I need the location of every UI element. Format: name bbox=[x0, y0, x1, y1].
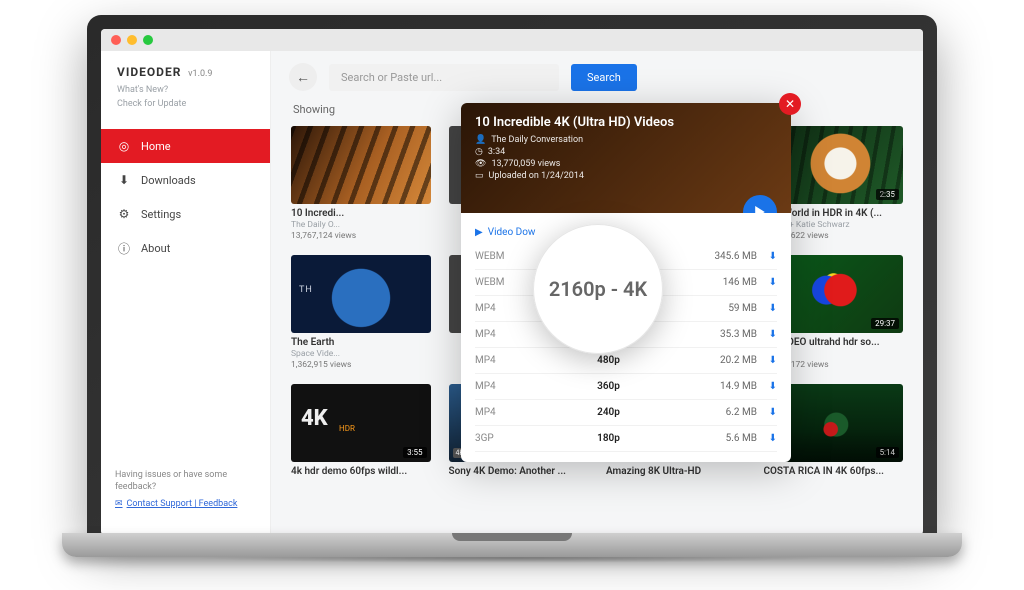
play-button[interactable] bbox=[743, 195, 777, 213]
sidebar-item-label: Downloads bbox=[141, 174, 196, 187]
window-zoom-dot[interactable] bbox=[143, 35, 153, 45]
sidebar-item-downloads[interactable]: ⬇ Downloads bbox=[101, 163, 270, 197]
sidebar-item-settings[interactable]: ⚙ Settings bbox=[101, 197, 270, 231]
download-icon[interactable]: ⬇ bbox=[757, 407, 777, 418]
brand-version: v1.0.9 bbox=[188, 69, 212, 79]
download-icon[interactable]: ⬇ bbox=[757, 277, 777, 288]
sidebar-footer: Having issues or have some feedback? ✉ C… bbox=[101, 460, 270, 521]
download-row[interactable]: 3GP180p5.6 MB⬇ bbox=[475, 426, 777, 452]
search-button[interactable]: Search bbox=[571, 64, 637, 91]
brand: VIDEODER v1.0.9 bbox=[101, 65, 270, 83]
download-icon[interactable]: ⬇ bbox=[757, 303, 777, 314]
download-icon: ⬇ bbox=[117, 173, 131, 187]
clock-icon: ◷ bbox=[475, 147, 483, 157]
calendar-icon: ▭ bbox=[475, 171, 484, 181]
brand-name: VIDEODER bbox=[117, 65, 181, 79]
download-row[interactable]: MP4240p6.2 MB⬇ bbox=[475, 400, 777, 426]
sidebar-item-label: Home bbox=[141, 140, 171, 153]
gear-icon: ⚙ bbox=[117, 207, 131, 221]
sidebar: VIDEODER v1.0.9 What's New? Check for Up… bbox=[101, 51, 271, 535]
sidebar-item-about[interactable]: ⓘ About bbox=[101, 231, 270, 265]
eye-icon: 👁 bbox=[475, 159, 486, 169]
footer-question: Having issues or have some feedback? bbox=[115, 470, 256, 493]
check-update-link[interactable]: Check for Update bbox=[101, 97, 270, 111]
download-icon[interactable]: ⬇ bbox=[757, 329, 777, 340]
window-close-dot[interactable] bbox=[111, 35, 121, 45]
window-titlebar bbox=[101, 29, 923, 51]
sidebar-item-label: About bbox=[141, 242, 170, 255]
video-card[interactable]: 10 Incredi... The Daily O... 13,767,124 … bbox=[291, 126, 431, 241]
download-icon[interactable]: ⬇ bbox=[757, 433, 777, 444]
download-row[interactable]: MP4480p20.2 MB⬇ bbox=[475, 348, 777, 374]
close-icon[interactable]: ✕ bbox=[779, 93, 801, 115]
sidebar-item-label: Settings bbox=[141, 208, 181, 221]
download-icon[interactable]: ⬇ bbox=[757, 381, 777, 392]
video-card[interactable]: 4KHDR3:55 4k hdr demo 60fps wildl... bbox=[291, 384, 431, 477]
modal-header: 10 Incredible 4K (Ultra HD) Videos 👤The … bbox=[461, 103, 791, 213]
video-icon: ▶ bbox=[475, 227, 483, 238]
thumbnail: TH bbox=[291, 255, 431, 333]
sidebar-item-home[interactable]: ◎ Home bbox=[101, 129, 270, 163]
video-card[interactable]: TH The Earth Space Vide... 1,362,915 vie… bbox=[291, 255, 431, 370]
thumbnail: 4KHDR3:55 bbox=[291, 384, 431, 462]
contact-support-link[interactable]: ✉ Contact Support | Feedback bbox=[115, 499, 237, 511]
window-minimize-dot[interactable] bbox=[127, 35, 137, 45]
download-icon[interactable]: ⬇ bbox=[757, 251, 777, 262]
chat-icon: ✉ bbox=[115, 499, 123, 511]
magnifier: 2160p - 4K bbox=[533, 224, 663, 354]
modal-title: 10 Incredible 4K (Ultra HD) Videos bbox=[475, 115, 777, 130]
download-row[interactable]: MP4360p14.9 MB⬇ bbox=[475, 374, 777, 400]
compass-icon: ◎ bbox=[117, 139, 131, 153]
info-icon: ⓘ bbox=[117, 241, 131, 255]
download-icon[interactable]: ⬇ bbox=[757, 355, 777, 366]
topbar: ← Search or Paste url... Search bbox=[271, 51, 923, 103]
main: ← Search or Paste url... Search Showing … bbox=[271, 51, 923, 535]
thumbnail bbox=[291, 126, 431, 204]
whats-new-link[interactable]: What's New? bbox=[101, 83, 270, 97]
user-icon: 👤 bbox=[475, 135, 486, 145]
search-input[interactable]: Search or Paste url... bbox=[329, 64, 559, 91]
back-button[interactable]: ← bbox=[289, 63, 317, 91]
magnified-text: 2160p - 4K bbox=[549, 277, 647, 301]
